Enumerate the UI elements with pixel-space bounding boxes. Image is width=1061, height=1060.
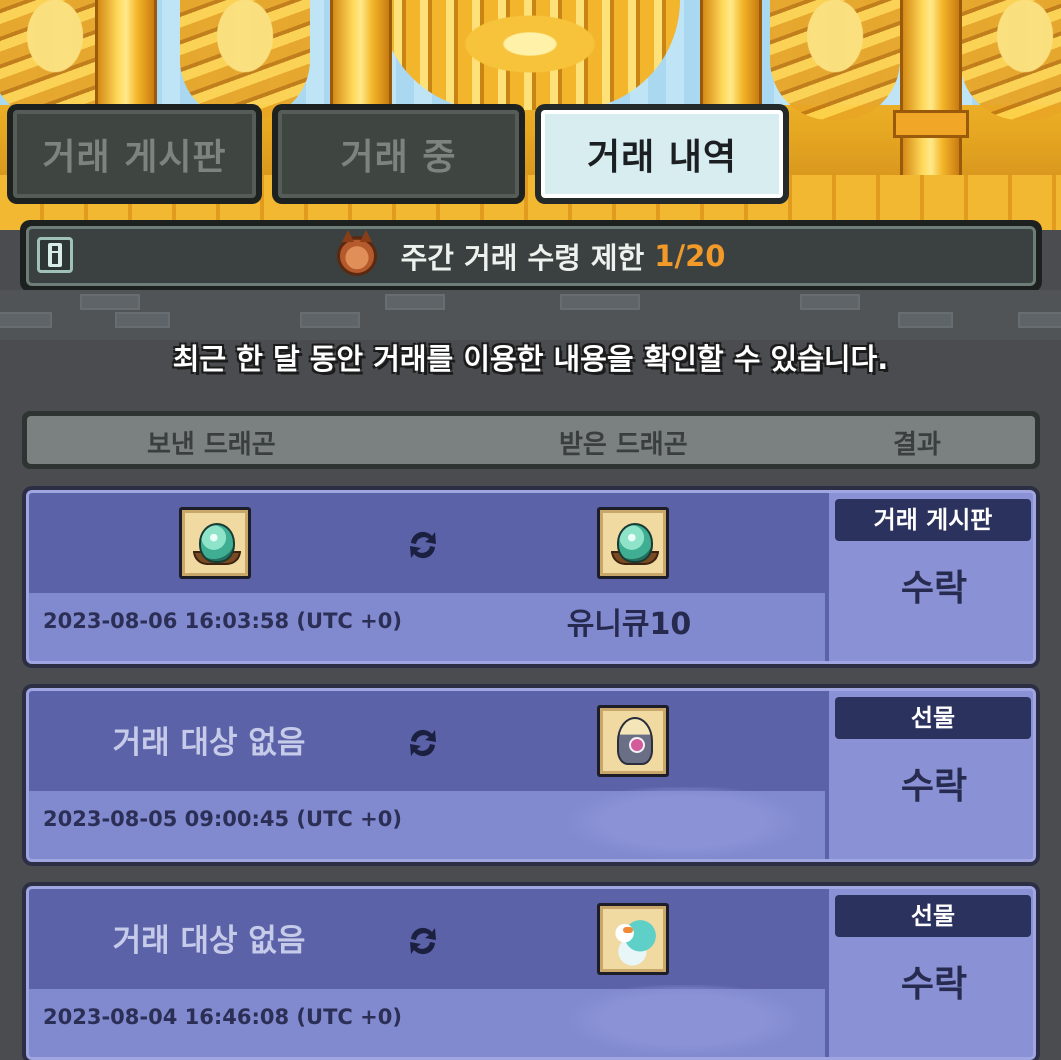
griffin-statue-center-right (770, 0, 900, 120)
swap-icon (403, 921, 443, 961)
history-row[interactable]: 거래 대상 없음 2023-08-04 16:46:08 (UTC +0) 선물… (22, 882, 1040, 1060)
history-row[interactable]: 거래 대상 없음 2023-08-05 09:00:45 (UTC +0) 선물… (22, 684, 1040, 866)
dragon-face-icon (336, 230, 377, 276)
tab-label: 거래 중 (340, 137, 457, 178)
tab-label: 거래 내역 (586, 137, 737, 178)
dragon-egg-icon (199, 523, 235, 563)
header-received-dragon: 받은 드래곤 (559, 430, 688, 460)
trade-date: 2023-08-04 16:46:08 (UTC +0) (43, 1005, 402, 1029)
history-notice: 최근 한 달 동안 거래를 이용한 내용을 확인할 수 있습니다. (172, 342, 889, 376)
no-trade-target: 거래 대상 없음 (112, 725, 306, 761)
swap-icon (403, 525, 443, 565)
header-result: 결과 (893, 430, 941, 460)
weekly-limit-value: 1/20 (654, 239, 726, 273)
result-column: 거래 게시판 수락 (825, 493, 1033, 661)
received-dragon-name: 유니큐10 (566, 607, 692, 642)
trade-date: 2023-08-06 16:03:58 (UTC +0) (43, 609, 402, 633)
tab-trade-board[interactable]: 거래 게시판 (7, 104, 262, 204)
stone-wall (0, 290, 1061, 340)
received-dragon-slot[interactable] (597, 507, 669, 579)
teal-pony-dragon-icon (609, 915, 661, 967)
redacted-name (569, 787, 799, 857)
info-icon[interactable] (37, 237, 73, 273)
dragon-egg-icon (617, 523, 653, 563)
trade-date: 2023-08-05 09:00:45 (UTC +0) (43, 807, 402, 831)
trade-result: 수락 (900, 964, 968, 1005)
sent-dragon-slot[interactable] (179, 507, 251, 579)
tab-label: 거래 게시판 (42, 137, 227, 178)
tab-trade-history[interactable]: 거래 내역 (535, 104, 789, 204)
trade-result: 수락 (900, 568, 968, 609)
table-header: 보낸 드래곤 받은 드래곤 결과 (22, 411, 1040, 469)
result-column: 선물 수락 (825, 691, 1033, 859)
history-row[interactable]: 2023-08-06 16:03:58 (UTC +0) 유니큐10 거래 게시… (22, 486, 1040, 668)
trade-type-badge: 선물 (835, 697, 1031, 739)
weekly-limit-label: 주간 거래 수령 제한 (400, 241, 645, 275)
griffin-statue-center-left (180, 0, 310, 120)
result-column: 선물 수락 (825, 889, 1033, 1057)
trade-result: 수락 (900, 766, 968, 807)
received-dragon-slot[interactable] (597, 705, 669, 777)
header-sent-dragon: 보낸 드래곤 (147, 430, 276, 460)
swap-icon (403, 723, 443, 763)
weekly-limit-bar: 주간 거래 수령 제한 1/20 (20, 220, 1042, 292)
tab-trading[interactable]: 거래 중 (272, 104, 525, 204)
trade-type-badge: 선물 (835, 895, 1031, 937)
trade-type-badge: 거래 게시판 (835, 499, 1031, 541)
no-trade-target: 거래 대상 없음 (112, 923, 306, 959)
owl-dragon-icon (617, 717, 653, 765)
received-dragon-slot[interactable] (597, 903, 669, 975)
redacted-name (569, 985, 799, 1055)
